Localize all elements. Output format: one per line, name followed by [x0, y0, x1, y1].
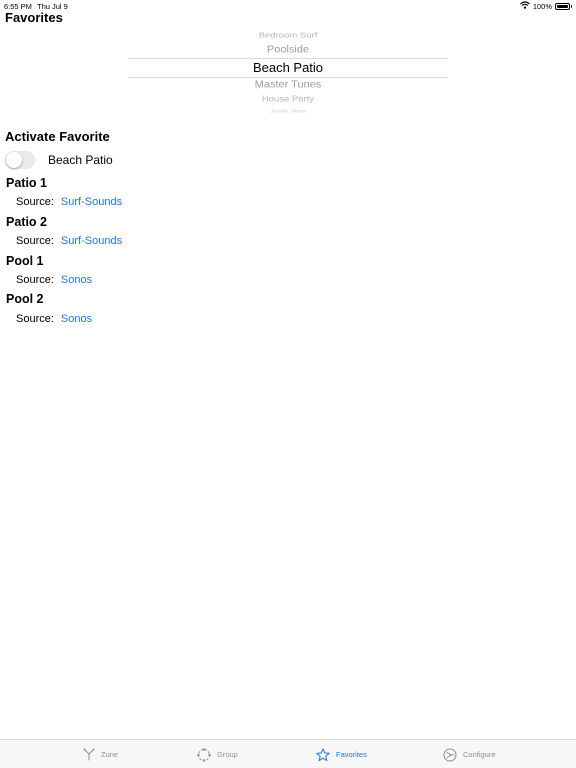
- zone-source-row: Source: Sonos: [16, 313, 92, 325]
- tab-label: Configure: [463, 750, 496, 759]
- status-bar: 6:55 PM Thu Jul 9 100%: [0, 0, 576, 12]
- zone-icon: [83, 748, 95, 761]
- picker-selection-bottom-line: [128, 77, 448, 78]
- zone-name: Pool 1: [6, 254, 44, 268]
- picker-selection-top-line: [128, 58, 448, 59]
- zone-name: Patio 1: [6, 176, 47, 190]
- source-link[interactable]: Sonos: [61, 274, 92, 286]
- group-icon: [197, 747, 211, 762]
- tab-bar: Zone Group Favorites Configure: [0, 739, 576, 768]
- tab-label: Favorites: [336, 750, 367, 759]
- zone-source-row: Source: Surf-Sounds: [16, 196, 122, 208]
- tab-configure[interactable]: Configure: [443, 740, 496, 768]
- source-label: Source:: [16, 274, 54, 286]
- activate-favorite-label: Beach Patio: [48, 153, 113, 167]
- star-icon: [316, 747, 330, 762]
- tab-favorites[interactable]: Favorites: [316, 740, 367, 768]
- source-label: Source:: [16, 235, 54, 247]
- source-link[interactable]: Surf-Sounds: [61, 196, 122, 208]
- source-link[interactable]: Sonos: [61, 313, 92, 325]
- tab-group[interactable]: Group: [197, 740, 238, 768]
- source-link[interactable]: Surf-Sounds: [61, 235, 122, 247]
- toggle-knob: [6, 152, 22, 168]
- zone-source-row: Source: Surf-Sounds: [16, 235, 122, 247]
- favorites-screen: 6:55 PM Thu Jul 9 100% Favorites Bedroom…: [0, 0, 576, 768]
- source-label: Source:: [16, 313, 54, 325]
- source-label: Source:: [16, 196, 54, 208]
- zone-source-row: Source: Sonos: [16, 274, 92, 286]
- zone-name: Pool 2: [6, 292, 44, 306]
- picker-item-selected[interactable]: Beach Patio: [128, 60, 448, 75]
- page-title: Favorites: [5, 10, 63, 25]
- tab-label: Group: [217, 750, 238, 759]
- activate-favorite-title: Activate Favorite: [5, 129, 110, 144]
- tab-zone[interactable]: Zone: [83, 740, 118, 768]
- picker-item[interactable]: Josh Jam: [128, 108, 448, 114]
- picker-item[interactable]: Poolside: [128, 45, 448, 56]
- configure-icon: [443, 748, 457, 762]
- picker-item[interactable]: House Party: [128, 95, 448, 104]
- picker-item[interactable]: Bedroom Surf: [128, 31, 448, 40]
- status-right: 100%: [519, 1, 572, 11]
- tab-label: Zone: [101, 750, 119, 759]
- battery-percent: 100%: [532, 1, 552, 11]
- battery-icon: [555, 2, 572, 10]
- wifi-icon: [519, 1, 530, 11]
- activate-favorite-toggle[interactable]: [5, 151, 35, 169]
- favorites-picker[interactable]: Bedroom Surf Poolside Beach Patio Master Tu…: [128, 28, 448, 116]
- picker-item[interactable]: Master Tunes: [128, 80, 448, 91]
- zone-name: Patio 2: [6, 215, 47, 229]
